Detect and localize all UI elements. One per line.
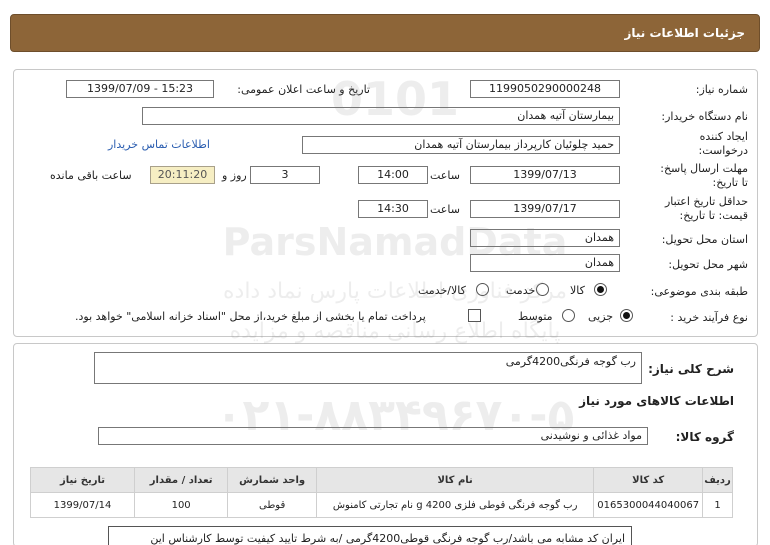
delivery-city-label: شهر محل تحویل: <box>668 258 748 271</box>
requester-label-2: درخواست: <box>698 144 748 157</box>
col-quantity-header: تعداد / مقدار <box>133 467 229 493</box>
page-title: جزئیات اطلاعات نیاز <box>624 26 745 40</box>
items-table-header: ردیف کد کالا نام کالا واحد شمارش تعداد /… <box>30 467 733 493</box>
unit-cell: قوطی <box>227 492 317 518</box>
goods-code-cell: 0165300044040067 <box>593 492 704 518</box>
days-remaining-field: 3 <box>250 166 320 184</box>
goods-name-cell: رب گوجه فرنگی قوطی فلزی 4200 g نام تجارت… <box>315 492 595 518</box>
category-both-label: کالا/خدمت <box>418 284 466 297</box>
price-validity-label-2: قیمت: تا تاریخ: <box>679 209 748 222</box>
process-medium-radio[interactable] <box>562 309 575 322</box>
general-description-label: شرح کلی نیاز: <box>648 362 734 376</box>
buyer-contact-link[interactable]: اطلاعات تماس خریدار <box>108 138 210 151</box>
remaining-time-field: 20:11:20 <box>150 166 215 184</box>
goods-group-label: گروه کالا: <box>675 430 734 444</box>
process-minor-radio[interactable] <box>620 309 633 322</box>
treasury-checkbox[interactable] <box>468 309 481 322</box>
response-date-field: 1399/07/13 <box>470 166 620 184</box>
response-time-label: ساعت <box>430 169 460 182</box>
general-description-box: رب گوجه فرنگی4200گرمی <box>94 352 642 384</box>
remaining-time-label: ساعت باقی مانده <box>50 169 132 182</box>
row-number-cell: 1 <box>702 492 733 518</box>
category-both-radio[interactable] <box>476 283 489 296</box>
delivery-city-field: همدان <box>470 254 620 272</box>
category-label: طبقه بندی موضوعی: <box>650 285 748 298</box>
process-minor-label: جزیی <box>588 310 614 323</box>
requester-field: حمید چلوئیان کارپرداز بیمارستان آتیه همد… <box>302 136 620 154</box>
price-validity-date-field: 1399/07/17 <box>470 200 620 218</box>
buyer-notes-box: ایران کد مشابه می باشد/رب گوجه فرنگی قوط… <box>108 526 632 545</box>
page-header: جزئیات اطلاعات نیاز <box>10 14 760 52</box>
col-code-header: کد کالا <box>593 467 704 493</box>
announce-datetime-field: 1399/07/09 - 15:23 <box>66 80 214 98</box>
process-medium-label: متوسط <box>518 310 553 323</box>
response-deadline-label-2: تا تاریخ: <box>712 176 748 189</box>
buyer-org-label: نام دستگاه خریدار: <box>661 110 748 123</box>
col-unit-header: واحد شمارش <box>227 467 317 493</box>
delivery-province-label: استان محل تحویل: <box>661 233 748 246</box>
col-row-header: ردیف <box>702 467 733 493</box>
treasury-note: پرداخت تمام یا بخشی از مبلغ خرید،از محل … <box>75 310 426 323</box>
purchase-process-label: نوع فرآیند خرید : <box>670 311 748 324</box>
price-validity-label-1: حداقل تاریخ اعتبار <box>664 195 748 208</box>
col-need-date-header: تاریخ نیاز <box>30 467 135 493</box>
category-goods-radio[interactable] <box>594 283 607 296</box>
items-table: ردیف کد کالا نام کالا واحد شمارش تعداد /… <box>30 467 733 518</box>
category-service-label: خدمت <box>506 284 536 297</box>
delivery-province-field: همدان <box>470 229 620 247</box>
col-name-header: نام کالا <box>315 467 595 493</box>
requester-label-1: ایجاد کننده <box>699 130 748 143</box>
response-deadline-label-1: مهلت ارسال پاسخ: <box>660 162 748 175</box>
need-number-label: شماره نیاز: <box>695 83 748 96</box>
quantity-cell: 100 <box>133 492 229 518</box>
response-time-field: 14:00 <box>358 166 428 184</box>
goods-group-field: مواد غذائی و نوشیدنی <box>98 427 648 445</box>
days-label: روز و <box>222 169 247 182</box>
need-date-cell: 1399/07/14 <box>30 492 135 518</box>
price-validity-time-field: 14:30 <box>358 200 428 218</box>
category-goods-label: کالا <box>570 284 585 297</box>
table-row: 1 0165300044040067 رب گوجه فرنگی قوطی فل… <box>30 492 733 518</box>
need-number-field: 1199050290000248 <box>470 80 620 98</box>
announce-datetime-label: تاریخ و ساعت اعلان عمومی: <box>237 83 370 96</box>
category-service-radio[interactable] <box>536 283 549 296</box>
items-section-title: اطلاعات کالاهای مورد نیاز <box>579 394 734 408</box>
buyer-org-field: بیمارستان آتیه همدان <box>142 107 620 125</box>
price-validity-time-label: ساعت <box>430 203 460 216</box>
